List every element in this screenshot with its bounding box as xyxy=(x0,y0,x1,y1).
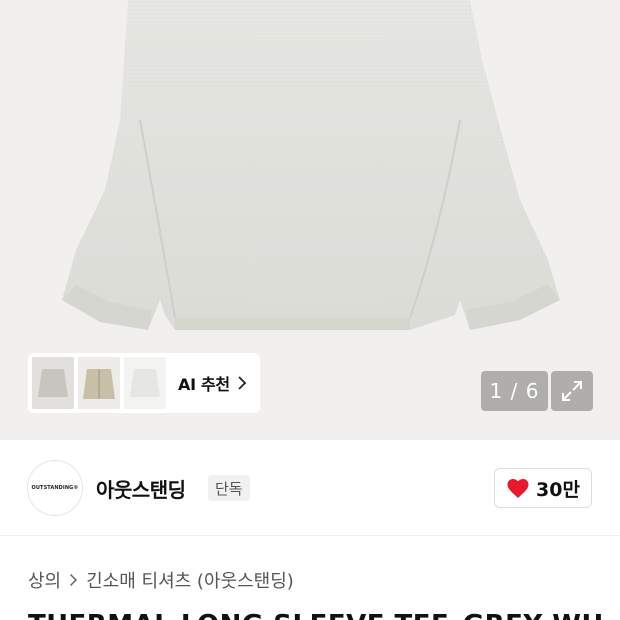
thumbnail-gray-sweater[interactable] xyxy=(32,357,74,409)
brand-name[interactable]: 아웃스탠딩 xyxy=(96,474,186,503)
exclusive-badge: 단독 xyxy=(208,475,250,501)
thumbnail-beige-jacket[interactable] xyxy=(78,357,120,409)
like-button[interactable]: 30만 xyxy=(494,468,592,508)
chevron-right-icon xyxy=(238,376,247,390)
breadcrumb-item-subcategory[interactable]: 긴소매 티셔츠 (아웃스탠딩) xyxy=(86,567,294,593)
brand-logo[interactable]: OUTSTANDING® xyxy=(27,460,83,516)
brand-logo-text: OUTSTANDING® xyxy=(31,485,79,491)
brand-row: OUTSTANDING® 아웃스탠딩 단독 30만 xyxy=(0,440,620,536)
expand-icon xyxy=(562,381,582,401)
breadcrumb-item-category[interactable]: 상의 xyxy=(28,567,61,593)
ai-recommend-label: AI 추천 xyxy=(178,375,230,394)
heart-icon xyxy=(507,479,529,498)
expand-button[interactable] xyxy=(551,371,593,411)
like-count: 30만 xyxy=(536,478,580,501)
thumbnail-white-sweater[interactable] xyxy=(124,357,166,409)
image-counter: 1 / 6 xyxy=(481,371,548,411)
breadcrumb: 상의 긴소매 티셔츠 (아웃스탠딩) xyxy=(28,567,294,593)
chevron-right-icon xyxy=(70,573,78,587)
ai-recommend-card[interactable]: AI 추천 xyxy=(28,353,260,413)
product-title: THERMAL LONG SLEEVE TEE_GREY WH xyxy=(28,610,604,620)
product-image-gallery[interactable]: AI 추천 1 / 6 xyxy=(0,0,620,440)
